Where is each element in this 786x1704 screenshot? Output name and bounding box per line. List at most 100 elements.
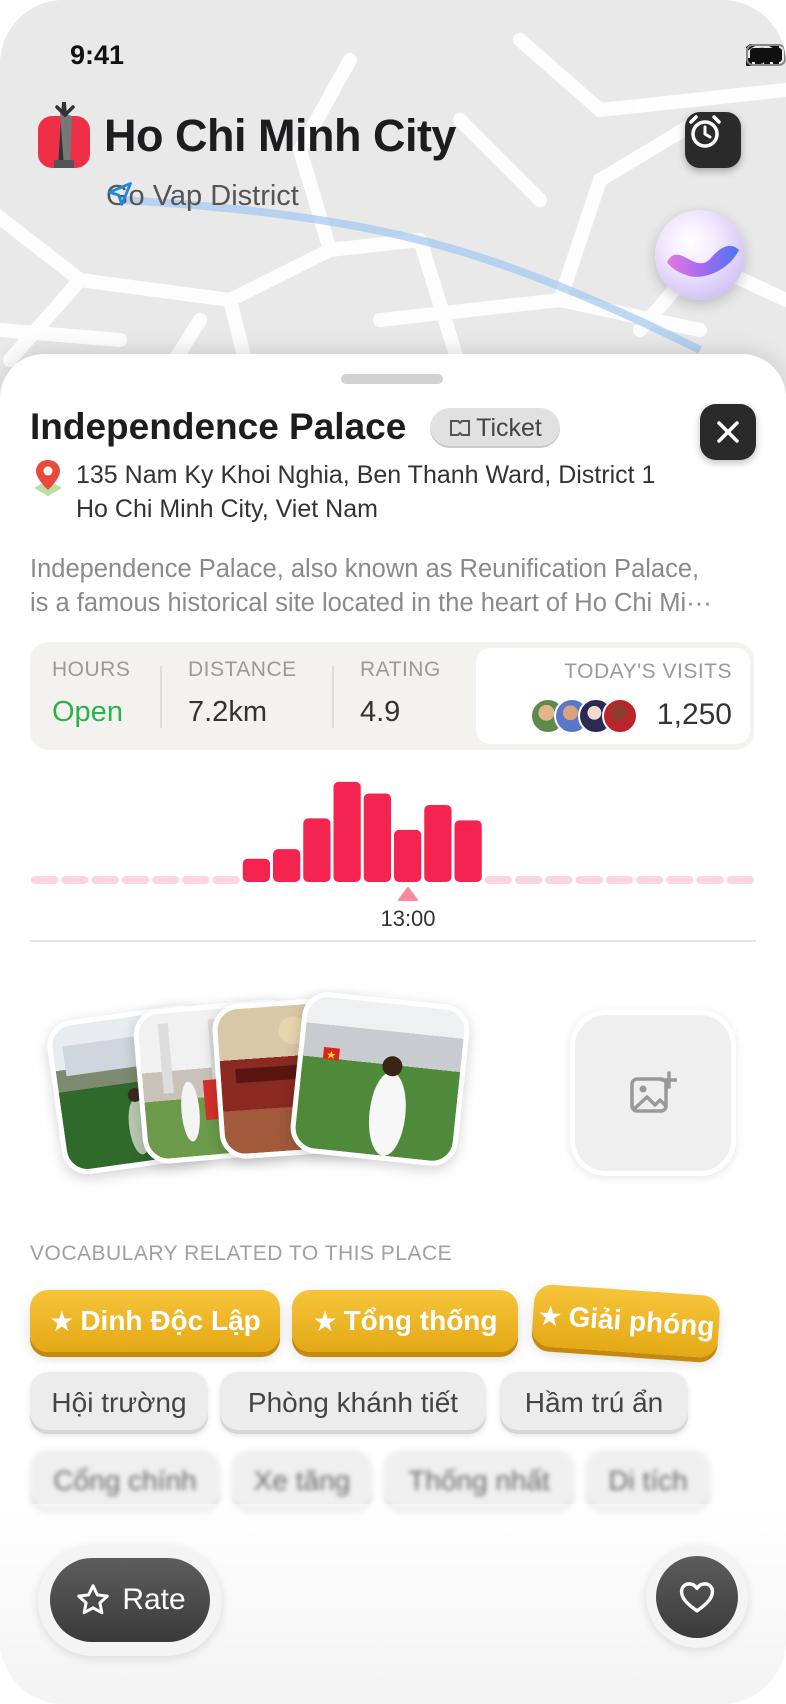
- vocab-label: Di tích: [608, 1465, 688, 1496]
- chart-bar-empty: [575, 876, 603, 884]
- avatar: [602, 698, 638, 734]
- distance-label: DISTANCE: [188, 658, 297, 681]
- photo-content: [322, 1046, 406, 1156]
- place-detail-sheet: Independence Palace Ticket 135 Nam Ky Kh…: [0, 354, 786, 1704]
- city-name: Ho Chi Minh City: [104, 110, 456, 161]
- status-time: 9:41: [70, 40, 125, 70]
- stat-hours: HOURS Open: [52, 658, 130, 729]
- vocab-chip[interactable]: Hầm trú ẩn: [500, 1372, 688, 1434]
- distance-value: 7.2km: [188, 696, 267, 728]
- ticket-icon: [450, 420, 471, 436]
- vocab-chip-starred[interactable]: ★ Dinh Độc Lập: [30, 1290, 280, 1352]
- ticket-label: Ticket: [476, 413, 542, 442]
- photo-stack[interactable]: [43, 989, 504, 1178]
- chart-bar-empty: [484, 876, 512, 884]
- rate-button[interactable]: Rate: [50, 1558, 210, 1642]
- chart-bar-empty: [61, 876, 89, 884]
- visitor-avatars: [530, 698, 640, 734]
- divider: [160, 666, 162, 728]
- rate-button-container: Rate: [38, 1546, 222, 1656]
- alarm-clock-icon: [689, 115, 721, 148]
- star-icon: ★: [536, 1299, 564, 1333]
- hours-value: Open: [52, 696, 123, 728]
- vocab-label: Hội trường: [51, 1387, 187, 1418]
- location-arrow-icon: [108, 182, 132, 206]
- star-icon: ★: [49, 1305, 75, 1337]
- chart-bar: [394, 829, 422, 882]
- close-icon: [717, 421, 739, 443]
- status-bar: 9:41: [0, 36, 786, 76]
- favorite-button[interactable]: [656, 1556, 738, 1638]
- chart-bar: [424, 804, 452, 882]
- place-title: Independence Palace: [30, 406, 407, 447]
- vocab-chip-locked: Di tích: [586, 1450, 710, 1512]
- place-description[interactable]: Independence Palace, also known as Reuni…: [30, 552, 760, 620]
- vocab-chip-locked: Cổng chính: [30, 1450, 220, 1512]
- vocab-chip[interactable]: Hội trường: [30, 1372, 208, 1434]
- star-icon: ★: [312, 1305, 338, 1337]
- chart-bar: [273, 849, 301, 882]
- chart-bar: [363, 793, 391, 882]
- vocab-label: Cổng chính: [53, 1465, 197, 1496]
- chart-bar: [454, 820, 482, 882]
- stats-panel: HOURS Open DISTANCE 7.2km RATING 4.9 TOD…: [30, 642, 754, 750]
- ticket-button[interactable]: Ticket: [430, 408, 560, 448]
- chart-bar: [303, 818, 331, 882]
- vocab-label: Dinh Độc Lập: [80, 1305, 261, 1336]
- vocab-chip-starred[interactable]: ★ Tổng thống: [292, 1290, 518, 1352]
- vocab-chip-locked: Xe tăng: [232, 1450, 372, 1512]
- chart-bar-empty: [31, 876, 59, 884]
- map-pin-icon: [34, 460, 62, 496]
- heart-icon: [679, 1582, 715, 1613]
- vocabulary-heading: VOCABULARY RELATED TO THIS PLACE: [30, 1242, 453, 1265]
- battery-icon: [746, 44, 786, 66]
- favorite-button-container: [646, 1546, 748, 1648]
- chart-bar-empty: [726, 876, 754, 884]
- address-line-2: Ho Chi Minh City, Viet Nam: [76, 495, 378, 523]
- vocab-chip[interactable]: Phòng khánh tiết: [220, 1372, 486, 1434]
- chart-bar-empty: [182, 876, 210, 884]
- chart-bar: [333, 781, 361, 882]
- vocab-label: Giải phóng: [567, 1301, 716, 1343]
- vocab-label: Thống nhất: [408, 1465, 550, 1496]
- ai-assistant-orb[interactable]: [655, 210, 745, 300]
- chart-bar-empty: [696, 876, 724, 884]
- vocab-chip-locked: Thống nhất: [384, 1450, 574, 1512]
- stat-rating: RATING 4.9: [360, 658, 441, 729]
- ai-assistant-icon: [667, 245, 739, 277]
- rating-label: RATING: [360, 658, 441, 681]
- current-district[interactable]: Go Vap District: [106, 180, 299, 213]
- chart-bar-empty: [666, 876, 694, 884]
- alarm-clock-button[interactable]: [685, 112, 741, 168]
- star-outline-icon: [77, 1584, 110, 1615]
- vocab-label: Xe tăng: [253, 1465, 351, 1496]
- todays-visits-card[interactable]: TODAY'S VISITS 1,250: [476, 648, 750, 744]
- city-selector[interactable]: Ho Chi Minh City: [36, 100, 456, 172]
- add-photo-button[interactable]: [570, 1010, 736, 1176]
- chart-bar: [242, 858, 270, 882]
- app-screen: 9:41 Ho Chi Minh City Go Vap District In…: [0, 0, 786, 1704]
- current-time-marker-icon: [398, 887, 418, 901]
- stat-distance: DISTANCE 7.2km: [188, 658, 297, 729]
- description-line-2: is a famous historical site located in t…: [30, 589, 712, 617]
- close-button[interactable]: [700, 404, 756, 460]
- rating-value: 4.9: [360, 696, 401, 728]
- chart-bar-empty: [515, 876, 543, 884]
- description-line-1: Independence Palace, also known as Reuni…: [30, 555, 700, 583]
- address-line-1: 135 Nam Ky Khoi Nghia, Ben Thanh Ward, D…: [76, 461, 656, 489]
- visits-label: TODAY'S VISITS: [564, 660, 732, 683]
- vocab-label: Phòng khánh tiết: [247, 1387, 459, 1418]
- place-address: 135 Nam Ky Khoi Nghia, Ben Thanh Ward, D…: [30, 458, 655, 526]
- vocab-chip-starred[interactable]: ★ Giải phóng: [531, 1283, 721, 1359]
- vocab-label: Hầm trú ẩn: [524, 1387, 664, 1418]
- rate-label: Rate: [122, 1583, 186, 1616]
- chart-bar-empty: [605, 876, 633, 884]
- place-photo[interactable]: [287, 989, 473, 1169]
- chevron-down-icon: [55, 105, 75, 118]
- district-name: Go Vap District: [106, 180, 299, 212]
- visits-value: 1,250: [656, 698, 732, 731]
- sheet-grabber[interactable]: [341, 374, 443, 384]
- image-plus-icon: [630, 1071, 677, 1113]
- divider: [332, 666, 334, 728]
- chart-bar-empty: [121, 876, 149, 884]
